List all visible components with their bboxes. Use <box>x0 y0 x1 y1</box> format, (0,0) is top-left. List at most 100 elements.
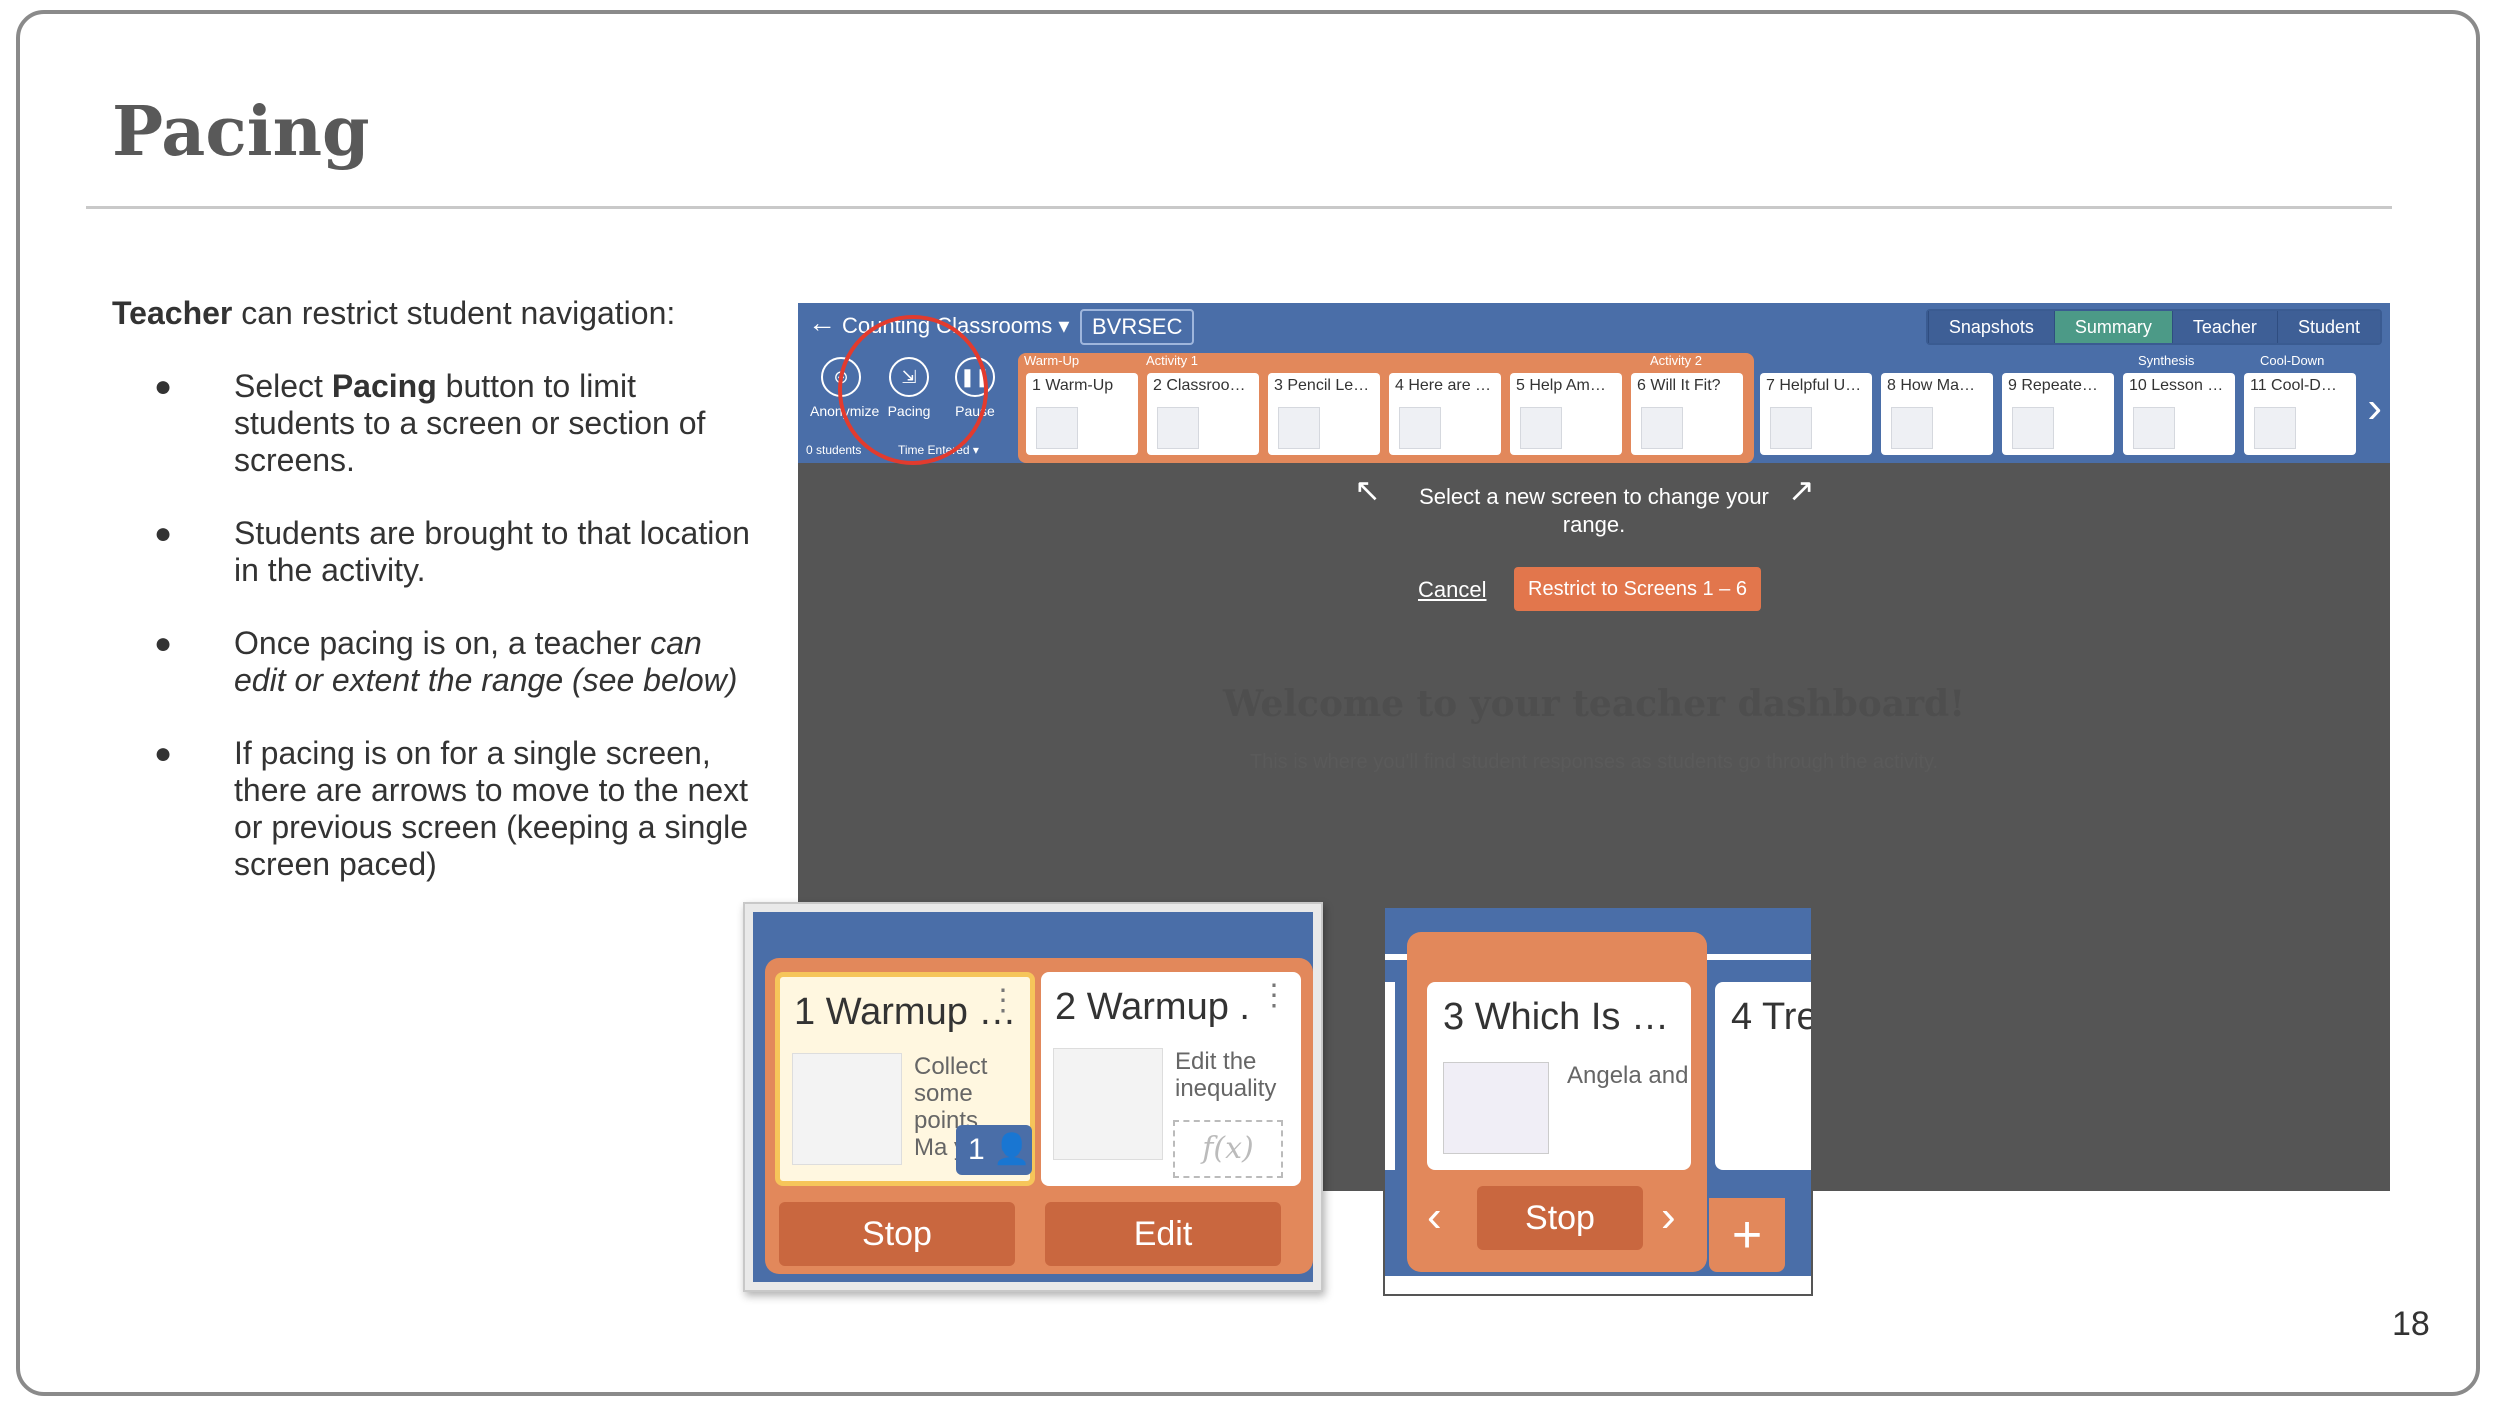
tab-snapshots[interactable]: Snapshots <box>1927 311 2054 343</box>
screen-card-title: 2 Warmup . <box>1055 986 1250 1028</box>
screen-thumbnail <box>1520 407 1562 449</box>
section-activity-1: Activity 1 <box>1146 353 1199 368</box>
bullet-dot: ● <box>154 737 173 770</box>
bullet-item: ● Students are brought to that location i… <box>140 515 760 589</box>
screen-card-3[interactable]: 3 Pencil Le… <box>1268 373 1380 455</box>
screen-card-1[interactable]: 1 Warm-Up <box>1026 373 1138 455</box>
pacing-highlight-circle <box>838 315 988 465</box>
arrow-left-icon[interactable]: ← <box>808 307 836 339</box>
screen-card-4[interactable]: 4 Here are … <box>1389 373 1501 455</box>
title-divider <box>86 206 2392 209</box>
intro-text: Teacher can restrict student navigation: <box>112 295 675 332</box>
bullet-item: ● Once pacing is on, a teacher can edit o… <box>140 625 760 699</box>
bullet-dot: ● <box>154 370 173 403</box>
screen-card-2-edge <box>1385 982 1395 1170</box>
screen-card-10[interactable]: 10 Lesson … <box>2123 373 2235 455</box>
tab-student[interactable]: Student <box>2276 311 2380 343</box>
tab-teacher[interactable]: Teacher <box>2171 311 2277 343</box>
screen-card-title: 1 Warmup … <box>794 991 1017 1033</box>
edit-pacing-button[interactable]: Edit <box>1045 1202 1281 1266</box>
screen-thumbnail <box>1443 1062 1549 1154</box>
stop-pacing-button[interactable]: Stop <box>1477 1186 1643 1250</box>
bullet-list: ● Select Pacing button to limit students … <box>140 368 760 919</box>
range-hint: Select a new screen to change your range… <box>798 483 2390 539</box>
screen-thumbnail <box>1278 407 1320 449</box>
screen-card-2[interactable]: 2 Classroo… <box>1147 373 1259 455</box>
dashboard-topbar: ← Counting Classrooms ▾ BVRSEC Snapshots… <box>798 303 2390 349</box>
screen-thumbnail <box>1157 407 1199 449</box>
student-icon: 👤 <box>993 1133 1031 1166</box>
class-code[interactable]: BVRSEC <box>1080 309 1195 345</box>
bullet-text: If pacing is on for a single screen, the… <box>234 735 749 882</box>
screen-card-1[interactable]: 1 Warmup … ⋮ Collect some points. Ma you… <box>775 972 1035 1186</box>
screen-card-5[interactable]: 5 Help Am… <box>1510 373 1622 455</box>
bullet-dot: ● <box>154 627 173 660</box>
screen-card-title: 7 Helpful U… <box>1766 377 1862 394</box>
intro-bold: Teacher <box>112 295 233 331</box>
cancel-button[interactable]: Cancel <box>1418 577 1486 603</box>
screen-card-11[interactable]: 11 Cool-D… <box>2244 373 2356 455</box>
plus-icon[interactable]: + <box>1709 1198 1785 1272</box>
intro-rest: can restrict student navigation: <box>232 295 676 331</box>
single-screen-pacing-inset: 3 Which Is … Angela and 4 Tre ‹ Stop › + <box>1383 906 1813 1296</box>
welcome-subtext: This is where you'll find student respon… <box>1249 751 1939 773</box>
screen-card-title: 2 Classroo… <box>1153 377 1246 394</box>
range-hint-text: Select a new screen to change your range… <box>1419 484 1769 537</box>
bullet-text: Select <box>234 368 332 404</box>
students-count: 0 students <box>806 443 862 457</box>
screen-card-7[interactable]: 7 Helpful U… <box>1760 373 1872 455</box>
bullet-bold: Pacing <box>331 368 437 404</box>
screen-card-desc: Angela and <box>1567 1062 1689 1089</box>
screen-card-2[interactable]: 2 Warmup . ⋮ Edit the inequality f(x) <box>1041 972 1301 1186</box>
screen-card-title: 10 Lesson … <box>2129 377 2224 394</box>
screen-card-title: 3 Which Is … <box>1443 996 1669 1038</box>
screen-card-title: 1 Warm-Up <box>1032 377 1114 394</box>
pacing-range-box: 1 Warmup … ⋮ Collect some points. Ma you… <box>765 958 1313 1274</box>
student-count: 1 <box>968 1133 985 1166</box>
screen-card-title: 4 Here are … <box>1395 377 1492 394</box>
chevron-right-icon[interactable]: › <box>2367 383 2382 433</box>
pacing-edit-inset: 1 Warmup … ⋮ Collect some points. Ma you… <box>743 902 1323 1292</box>
restrict-button[interactable]: Restrict to Screens 1 – 6 <box>1514 567 1761 611</box>
screen-card-title: 11 Cool-D… <box>2250 377 2337 394</box>
student-count-badge: 1 👤 <box>956 1125 1032 1175</box>
screen-card-title: 9 Repeate… <box>2008 377 2098 394</box>
function-placeholder: f(x) <box>1173 1120 1283 1178</box>
section-activity-2: Activity 2 <box>1650 353 1703 368</box>
section-synthesis: Synthesis <box>2138 353 2195 368</box>
chevron-left-icon[interactable]: ‹ <box>1427 1192 1442 1242</box>
section-warm-up: Warm-Up <box>1024 353 1080 368</box>
bullet-item: ● Select Pacing button to limit students … <box>140 368 760 479</box>
screen-card-title: 8 How Ma… <box>1887 377 1976 394</box>
slide-title: Pacing <box>112 92 370 172</box>
screen-thumbnail <box>2133 407 2175 449</box>
screen-thumbnail <box>792 1053 902 1165</box>
bullet-text: Students are brought to that location in… <box>234 515 750 588</box>
screen-card-title: 4 Tre <box>1731 996 1813 1038</box>
screen-thumbnail <box>1036 407 1078 449</box>
bullet-text: Once pacing is on, a teacher <box>234 625 651 661</box>
screen-thumbnail <box>1399 407 1441 449</box>
screen-card-4[interactable]: 4 Tre <box>1715 982 1813 1170</box>
tab-summary[interactable]: Summary <box>2053 311 2172 343</box>
section-cool-down: Cool-Down <box>2260 353 2325 368</box>
screen-card-title: 3 Pencil Le… <box>1274 377 1370 394</box>
screen-card-3[interactable]: 3 Which Is … Angela and <box>1427 982 1691 1170</box>
more-options-icon[interactable]: ⋮ <box>988 986 1018 1016</box>
screen-thumbnail <box>1770 407 1812 449</box>
page-number: 18 <box>2392 1305 2430 1343</box>
screen-card-9[interactable]: 9 Repeate… <box>2002 373 2114 455</box>
screen-card-6[interactable]: 6 Will It Fit? <box>1631 373 1743 455</box>
screen-thumbnail <box>2012 407 2054 449</box>
view-tabs: Snapshots Summary Teacher Student <box>1925 309 2382 345</box>
screen-card-title: 6 Will It Fit? <box>1637 377 1721 394</box>
chevron-right-icon[interactable]: › <box>1661 1192 1676 1242</box>
screen-thumbnail <box>1891 407 1933 449</box>
screen-thumbnail <box>2254 407 2296 449</box>
bullet-item: ● If pacing is on for a single screen, th… <box>140 735 760 883</box>
screen-thumbnail <box>1053 1048 1163 1160</box>
screen-thumbnail <box>1641 407 1683 449</box>
screen-card-8[interactable]: 8 How Ma… <box>1881 373 1993 455</box>
more-options-icon[interactable]: ⋮ <box>1259 981 1289 1011</box>
stop-pacing-button[interactable]: Stop <box>779 1202 1015 1266</box>
